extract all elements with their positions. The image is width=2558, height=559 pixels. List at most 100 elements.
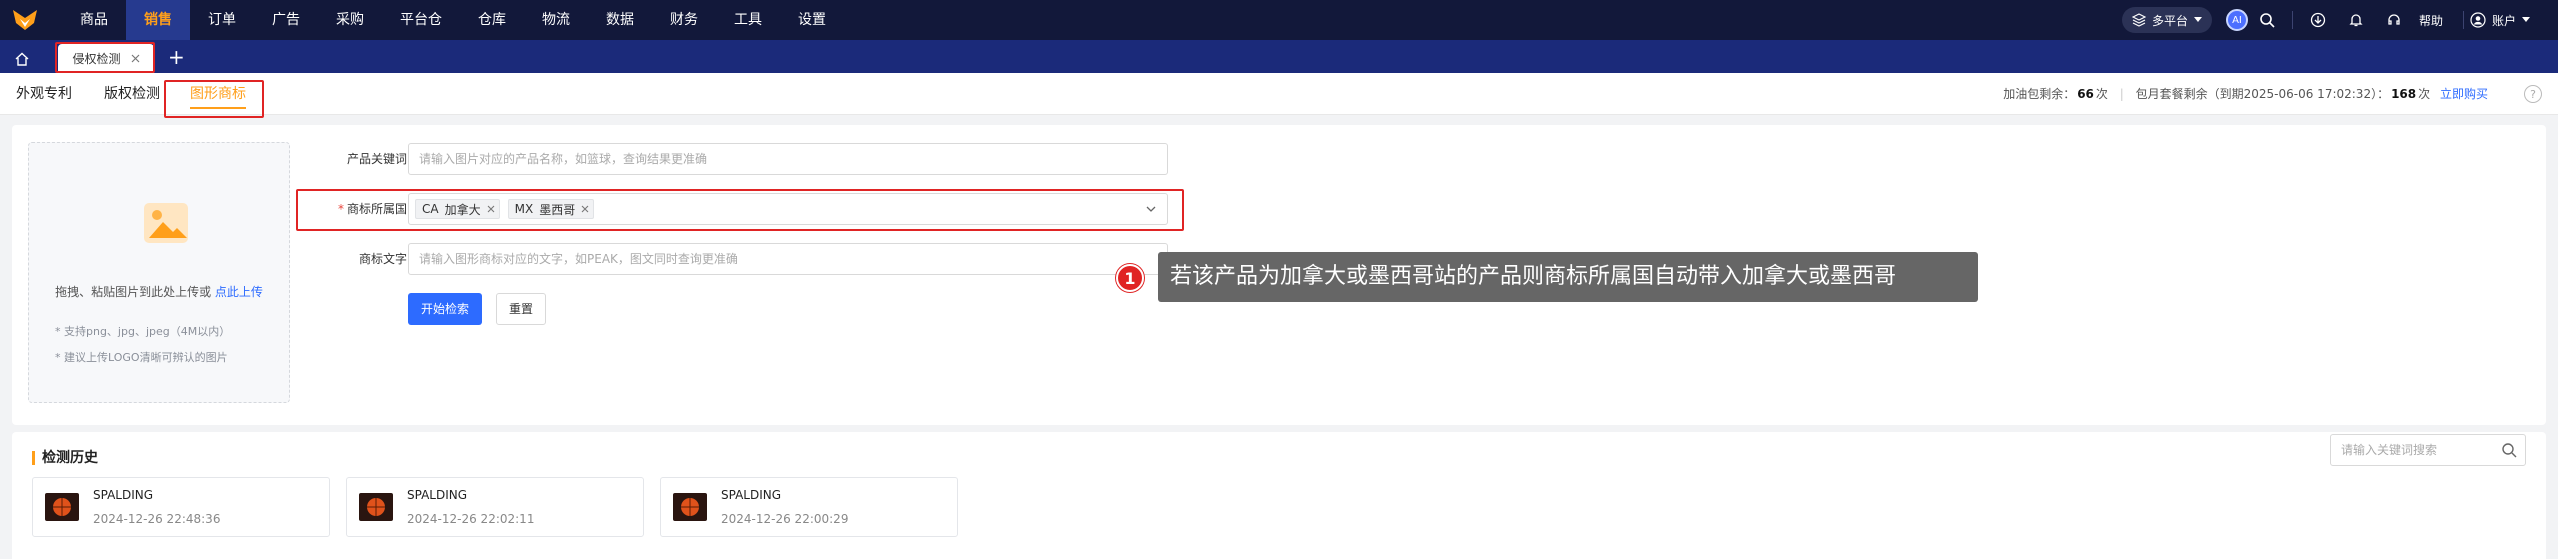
search-icon[interactable] [2501, 442, 2517, 458]
caret-down-icon [2193, 17, 2202, 22]
history-item[interactable]: SPALDING 2024-12-26 22:00:29 [660, 477, 958, 537]
platform-label: 多平台 [2151, 13, 2188, 28]
image-placeholder-icon [144, 203, 188, 243]
bell-icon[interactable] [2337, 0, 2375, 40]
keyword-input[interactable]: 请输入图片对应的产品名称，如篮球，查询结果更准确 [408, 143, 1168, 175]
nav-item-platform-warehouse[interactable]: 平台仓 [382, 0, 460, 40]
country-tag-code: CA [422, 202, 439, 216]
basketball-icon [367, 498, 385, 516]
nav-item-finance[interactable]: 财务 [652, 0, 716, 40]
user-icon [2470, 12, 2486, 28]
tab-infringement-check[interactable]: 侵权检测 [58, 44, 154, 73]
nav-item-warehouse[interactable]: 仓库 [460, 0, 524, 40]
fox-logo-icon [13, 10, 37, 30]
sub-tabs-bar: 外观专利 版权检测 图形商标 加油包剩余： 66 次 | 包月套餐剩余（到期2025… [0, 73, 2558, 115]
tab-design-patent[interactable]: 外观专利 [16, 73, 72, 115]
country-tag-name: 加拿大 [444, 202, 481, 217]
nav-divider [2462, 11, 2464, 29]
nav-item-settings[interactable]: 设置 [780, 0, 844, 40]
quota-divider: | [2119, 87, 2124, 101]
country-label-text: 商标所属国 [346, 202, 407, 216]
nav-item-orders[interactable]: 订单 [190, 0, 254, 40]
nav-item-logistics[interactable]: 物流 [524, 0, 588, 40]
history-search-placeholder: 请输入关键词搜索 [2341, 443, 2438, 457]
upload-text: 拖拽、粘贴图片到此处上传或 [55, 285, 215, 299]
trademark-text-label: 商标文字 [358, 252, 407, 266]
top-nav: 商品 销售 订单 广告 采购 平台仓 仓库 物流 数据 财务 工具 设置 多平台… [0, 0, 2558, 40]
close-icon[interactable] [487, 205, 495, 213]
country-select[interactable]: CA 加拿大 MX 墨西哥 [408, 193, 1168, 225]
headset-icon[interactable] [2375, 0, 2413, 40]
history-item-time: 2024-12-26 22:48:36 [93, 512, 221, 526]
nav-item-data[interactable]: 数据 [588, 0, 652, 40]
account-menu[interactable]: 账户 [2470, 12, 2530, 29]
upload-instruction: 拖拽、粘贴图片到此处上传或 点此上传 [29, 283, 289, 300]
basketball-thumbnail [673, 493, 707, 521]
tab-graphic-trademark[interactable]: 图形商标 [190, 73, 246, 115]
keyword-label: 产品关键词 [346, 152, 407, 166]
quota-info: 加油包剩余： 66 次 | 包月套餐剩余（到期2025-06-06 17:02:32… [2003, 73, 2488, 115]
history-item-name: SPALDING [93, 488, 154, 502]
country-label: * 商标所属国 [287, 200, 407, 217]
basketball-thumbnail [45, 493, 79, 521]
image-upload-area[interactable]: 拖拽、粘贴图片到此处上传或 点此上传 * 支持png、jpg、jpeg（4M以内… [28, 142, 290, 403]
country-tag-code: MX [514, 202, 534, 216]
callout-annotation: 若该产品为加拿大或墨西哥站的产品则商标所属国自动带入加拿大或墨西哥 [1158, 252, 1978, 302]
upload-logo-tip: * 建议上传LOGO清晰可辨认的图片 [55, 351, 228, 364]
upload-format-tip: * 支持png、jpg、jpeg（4M以内） [55, 325, 231, 338]
layers-icon [2131, 13, 2146, 27]
help-link[interactable]: 帮助 [2419, 12, 2443, 29]
fuel-pack-unit: 次 [2095, 87, 2108, 101]
country-tag-ca: CA 加拿大 [415, 199, 500, 219]
ai-assistant-button[interactable]: AI [2225, 9, 2248, 31]
detection-history: 检测历史 请输入关键词搜索 SPALDING 2024-12-26 22:48:… [12, 432, 2546, 559]
close-icon[interactable] [131, 54, 140, 63]
history-item-name: SPALDING [407, 488, 468, 502]
history-item-time: 2024-12-26 22:00:29 [721, 512, 849, 526]
history-item[interactable]: SPALDING 2024-12-26 22:48:36 [32, 477, 330, 537]
reset-button[interactable]: 重置 [496, 293, 546, 325]
history-item-name: SPALDING [721, 488, 782, 502]
buy-now-link[interactable]: 立即购买 [2440, 87, 2488, 101]
history-search-input[interactable]: 请输入关键词搜索 [2330, 434, 2526, 466]
start-search-button[interactable]: 开始检索 [408, 293, 482, 325]
plan-unit: 次 [2418, 87, 2431, 101]
tab-graphic-trademark-label: 图形商标 [190, 86, 246, 102]
plan-value: 168 [2391, 87, 2417, 101]
download-icon[interactable] [2299, 0, 2337, 40]
home-icon [15, 52, 29, 66]
history-item[interactable]: SPALDING 2024-12-26 22:02:11 [346, 477, 644, 537]
fuel-pack-label: 加油包剩余： [2003, 87, 2076, 101]
history-title: 检测历史 [32, 440, 98, 476]
tab-copyright-check[interactable]: 版权检测 [104, 73, 160, 115]
nav-divider [2291, 11, 2293, 29]
nav-right-tools: 多平台 AI 帮助 账户 [2121, 0, 2558, 40]
chevron-down-icon[interactable] [1145, 203, 1157, 215]
nav-item-purchase[interactable]: 采购 [318, 0, 382, 40]
basketball-icon [53, 498, 71, 516]
caret-down-icon [2522, 17, 2530, 22]
home-tab[interactable] [0, 44, 44, 73]
close-icon[interactable] [581, 205, 589, 213]
nav-item-ads[interactable]: 广告 [254, 0, 318, 40]
trademark-text-input[interactable]: 请输入图形商标对应的文字，如PEAK，图文同时查询更准确 [408, 243, 1168, 275]
active-tab-underline [190, 107, 246, 109]
click-upload-link[interactable]: 点此上传 [215, 285, 263, 299]
plan-label: 包月套餐剩余（到期2025-06-06 17:02:32）： [2135, 87, 2390, 101]
platform-selector[interactable]: 多平台 [2121, 7, 2212, 33]
country-tag-mx: MX 墨西哥 [507, 199, 595, 219]
main-menu: 商品 销售 订单 广告 采购 平台仓 仓库 物流 数据 财务 工具 设置 [62, 0, 844, 40]
country-tag-name: 墨西哥 [539, 202, 576, 217]
fuel-pack-value: 66 [2077, 87, 2094, 101]
help-icon[interactable]: ? [2524, 85, 2542, 103]
nav-item-products[interactable]: 商品 [62, 0, 126, 40]
add-tab-button[interactable]: + [168, 44, 185, 73]
nav-item-tools[interactable]: 工具 [716, 0, 780, 40]
search-icon[interactable] [2248, 0, 2286, 40]
callout-number-badge: 1 [1116, 264, 1144, 292]
nav-item-sales[interactable]: 销售 [126, 0, 190, 40]
tab-label: 侵权检测 [72, 52, 121, 66]
account-label: 账户 [2491, 13, 2516, 28]
app-logo[interactable] [0, 0, 50, 40]
basketball-thumbnail [359, 493, 393, 521]
